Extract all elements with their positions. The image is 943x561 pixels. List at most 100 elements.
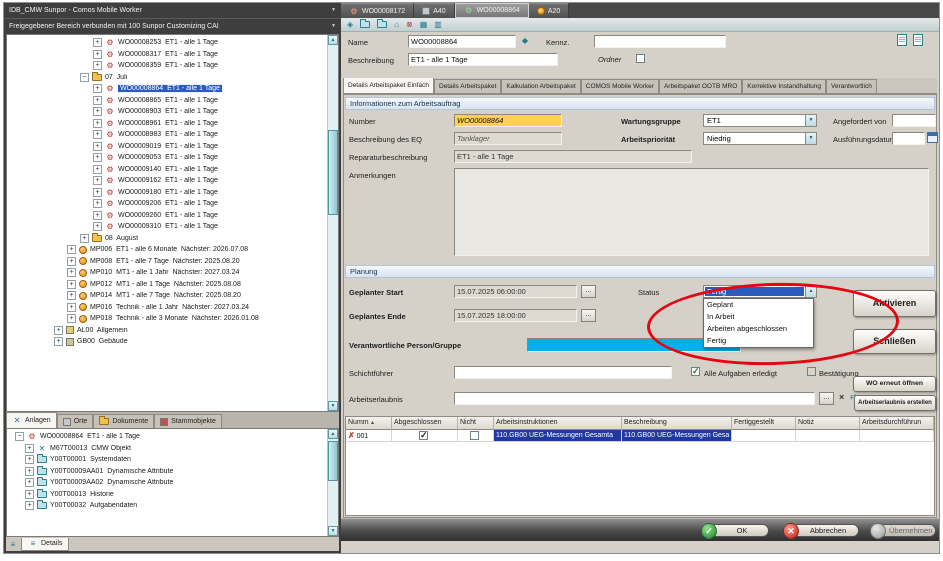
number-field[interactable]: WO00008864 [454,114,562,127]
tree-item[interactable]: +⚙WO00009180 ET1 - alle 1 Tage [7,187,327,199]
tab-details-arbeitspaket[interactable]: Details Arbeitspaket [434,79,501,93]
beschreibung-input[interactable]: ET1 - alle 1 Tage [408,53,558,66]
tree-item[interactable]: +⚙WO00008983 ET1 - alle 1 Tage [7,129,327,141]
column-header[interactable]: Beschreibung [622,417,732,430]
scroll-up-icon[interactable]: ▲ [328,35,338,45]
expand-icon[interactable]: + [67,314,76,323]
expand-icon[interactable]: + [25,467,34,476]
expand-icon[interactable]: + [25,501,34,510]
status-option[interactable]: Geplant [704,299,813,311]
tree-item[interactable]: +⚙WO00008253 ET1 - alle 1 Tage [7,37,327,49]
expand-icon[interactable]: + [54,326,63,335]
document-tab-a40[interactable]: A40 [414,3,454,18]
column-header[interactable]: Abgeschlossen [392,417,458,430]
project-selector[interactable]: IDB_CMW Sunpor - Comos Mobile Worker ▼ [4,3,341,18]
kennz-input[interactable] [594,35,726,48]
table-cell[interactable] [458,430,494,442]
ok-button[interactable]: ✓ OK [709,524,769,537]
bestaetigung-checkbox[interactable] [807,367,816,376]
column-header[interactable]: Notiz [796,417,860,430]
tree-item[interactable]: +⚙WO00009310 ET1 - alle 1 Tage [7,221,327,233]
lower-tree-scrollbar[interactable]: ▲ ▼ [327,429,338,536]
prioritaet-combo[interactable]: Niedrig ▼ [703,132,817,145]
angefordert-input[interactable] [892,114,936,127]
calendar-icon[interactable] [927,132,938,143]
collapse-icon[interactable]: − [80,73,89,82]
uebernehmen-button[interactable]: Übernehmen [878,524,936,537]
expand-icon[interactable]: + [54,337,63,346]
columns-icon[interactable]: ▥ [434,19,442,31]
expand-icon[interactable]: + [93,96,102,105]
table-cell[interactable] [732,430,796,442]
expand-icon[interactable]: + [25,455,34,464]
tree-item[interactable]: +⚙WO00008359 ET1 - alle 1 Tage [7,60,327,72]
tree-item[interactable]: +⚙WO00008864 ET1 - alle 1 Tage [7,83,327,95]
tree-item[interactable]: +✕M67T00013 CMW Objekt [7,443,327,455]
nicht-checkbox[interactable] [470,431,479,440]
tab-arbeitspaket-ootb-mro[interactable]: Arbeitspaket OOTB MRO [659,79,742,93]
folder-icon[interactable] [377,21,387,28]
tab-anlagen[interactable]: ✕Anlagen [6,412,57,428]
erlaubnis-more-button[interactable]: ... [819,392,834,405]
tree-item[interactable]: −⚙WO00008864 ET1 - alle 1 Tage [7,431,327,443]
schicht-field[interactable] [454,366,672,379]
expand-icon[interactable]: + [93,107,102,116]
diamond-icon[interactable]: ◆ [520,36,530,45]
column-header[interactable]: Nicht [458,417,494,430]
tree-item[interactable]: +MP010 MT1 - alle 1 Jahr Nächster: 2027.… [7,267,327,279]
tab-details[interactable]: ≡ Details [21,538,69,551]
expand-icon[interactable]: + [93,50,102,59]
status-option[interactable]: Fertig [704,335,813,347]
expand-icon[interactable]: + [93,130,102,139]
column-header[interactable]: Fertiggestellt [732,417,796,430]
tree-item[interactable]: +08 August [7,233,327,245]
expand-icon[interactable]: + [93,61,102,70]
tree-item[interactable]: +MP012 MT1 - alle 1 Tage Nächster: 2025.… [7,279,327,291]
expand-icon[interactable]: + [93,199,102,208]
expand-icon[interactable]: + [25,444,34,453]
clear-icon[interactable]: × [839,392,844,402]
ende-more-button[interactable]: ... [581,309,596,322]
tab-stammobjekte[interactable]: Stammobjekte [154,414,222,428]
expand-icon[interactable]: + [67,245,76,254]
scrollbar-thumb[interactable] [328,130,338,215]
tree-item[interactable]: +⚙WO00008865 ET1 - alle 1 Tage [7,95,327,107]
erlaubnis-field[interactable] [454,392,815,405]
tree-item[interactable]: +MP006 ET1 - alle 6 Monate Nächster: 202… [7,244,327,256]
schliessen-button[interactable]: Schließen [853,329,936,354]
expand-icon[interactable]: + [93,176,102,185]
tree-item[interactable]: +⚙WO00009019 ET1 - alle 1 Tage [7,141,327,153]
expand-icon[interactable]: + [93,211,102,220]
tree-item[interactable]: +Y00T00013 Historie [7,489,327,501]
start-more-button[interactable]: ... [581,285,596,298]
chevron-up-icon[interactable]: ▲ [805,286,816,297]
tree-item[interactable]: +⚙WO00009260 ET1 - alle 1 Tage [7,210,327,222]
tree-item[interactable]: +Y00T00009AA02 Dynamische Attribute [7,477,327,489]
expand-icon[interactable]: + [93,165,102,174]
table-cell[interactable] [392,430,458,442]
tree-scrollbar[interactable]: ▲ ▼ [327,35,338,411]
tree-item[interactable]: +⚙WO00009140 ET1 - alle 1 Tage [7,164,327,176]
tab-comos-mobile-worker[interactable]: COMOS Mobile Worker [581,79,659,93]
tree-item[interactable]: +GB00 Gebäude [7,336,327,348]
column-header[interactable]: Arbeitsinstruktionen [494,417,622,430]
grid-icon[interactable]: ▦ [420,19,428,31]
tree-item[interactable]: +⚙WO00008903 ET1 - alle 1 Tage [7,106,327,118]
tree-item[interactable]: +MP014 MT1 - alle 7 Tage Nächster: 2025.… [7,290,327,302]
tab-verantwortlich[interactable]: Verantwortlich [826,79,877,93]
expand-icon[interactable]: + [25,490,34,499]
arbeitserlaubnis-erstellen-button[interactable]: Arbeitserlaubnis erstellen [854,395,936,411]
tree-item[interactable]: +MP008 ET1 - alle 7 Tage Nächster: 2025.… [7,256,327,268]
chevron-down-icon[interactable]: ▼ [805,115,816,126]
tab-details-arbeitspaket-einfach[interactable]: Details Arbeitspaket Einfach [343,78,434,93]
tree-item[interactable]: +⚙WO00008961 ET1 - alle 1 Tage [7,118,327,130]
column-header[interactable]: Arbeitsdurchführun [860,417,934,430]
expand-icon[interactable]: + [93,119,102,128]
scroll-down-icon[interactable]: ▼ [328,526,338,536]
name-input[interactable]: WO00008864 [408,35,516,48]
expand-icon[interactable]: + [67,303,76,312]
tree-item[interactable]: +⚙WO00009162 ET1 - alle 1 Tage [7,175,327,187]
column-header[interactable]: Numm ▲ [346,417,392,430]
expand-icon[interactable]: + [93,142,102,151]
aktivieren-button[interactable]: Aktivieren [853,290,936,317]
